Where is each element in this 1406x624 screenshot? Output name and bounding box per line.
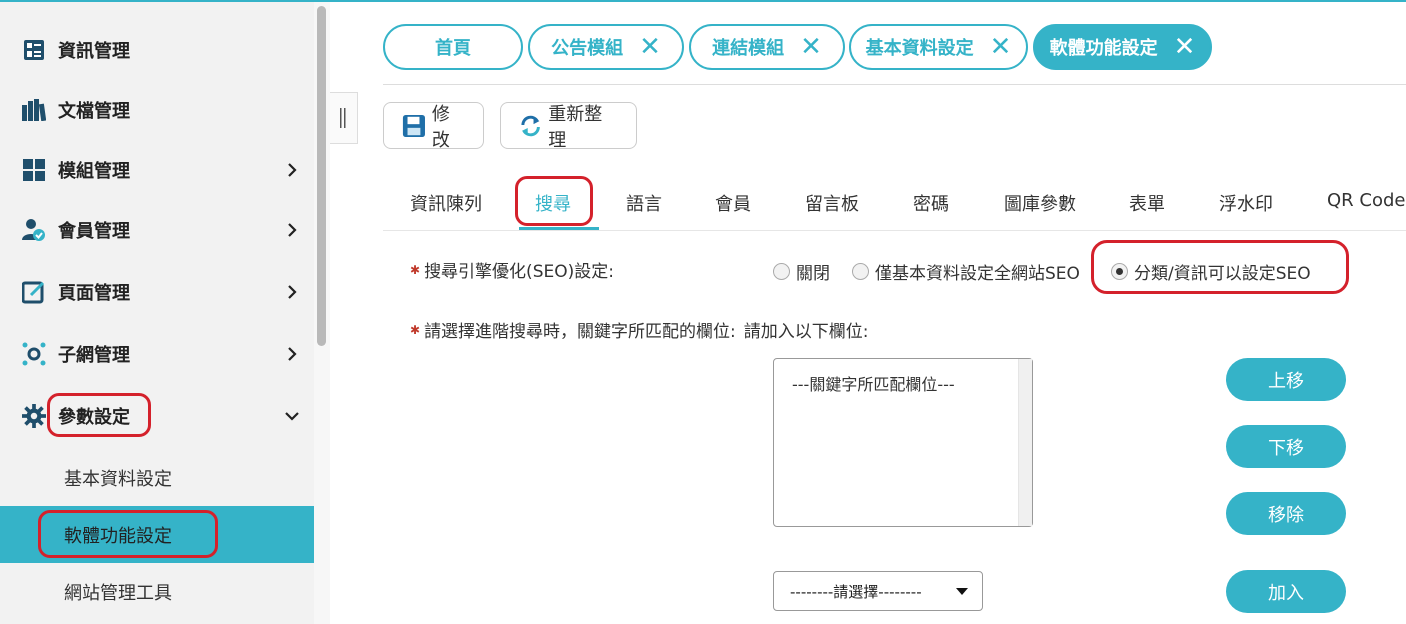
chevron-down-icon <box>285 412 299 421</box>
tabbar-divider <box>383 84 1406 85</box>
chevron-right-icon <box>288 285 297 299</box>
sidebar-subitem-basic-settings[interactable]: 基本資料設定 <box>0 449 314 506</box>
seo-radio-category-info[interactable]: 分類/資訊可以設定SEO <box>1111 259 1311 284</box>
subtab-search[interactable]: 搜尋 <box>535 190 571 216</box>
move-down-button[interactable]: 下移 <box>1226 425 1346 468</box>
refresh-button[interactable]: 重新整理 <box>500 102 637 151</box>
close-icon[interactable]: ✕ <box>990 34 1012 60</box>
listbox-scrollbar[interactable] <box>1018 359 1032 526</box>
required-star-icon: ✱ <box>410 322 421 337</box>
list-icon <box>22 38 46 62</box>
sidebar-item-modules[interactable]: 模組管理 <box>0 140 314 200</box>
sidebar-item-info[interactable]: 資訊管理 <box>0 20 314 80</box>
tab-label: 連結模組 <box>712 38 785 59</box>
sidebar-subitem-label: 基本資料設定 <box>64 468 172 490</box>
subtab-gallery-params[interactable]: 圖庫參數 <box>1004 190 1076 216</box>
collapse-bars-icon <box>339 108 345 128</box>
subtab-member[interactable]: 會員 <box>715 190 751 216</box>
seo-radio-off[interactable]: 關閉 <box>773 259 830 284</box>
edit-icon <box>22 280 46 304</box>
tab-label: 軟體功能設定 <box>1049 38 1158 59</box>
sidebar-item-label: 頁面管理 <box>58 283 130 304</box>
subtab-password[interactable]: 密碼 <box>913 190 949 216</box>
chevron-right-icon <box>288 163 297 177</box>
subtab-form[interactable]: 表單 <box>1129 190 1165 216</box>
refresh-icon <box>521 115 540 136</box>
close-icon[interactable]: ✕ <box>800 34 822 60</box>
chevron-right-icon <box>288 347 297 361</box>
radio-circle[interactable] <box>773 263 790 280</box>
tab-label: 公告模組 <box>551 38 624 59</box>
tab-label: 基本資料設定 <box>865 38 974 59</box>
tab-software-settings[interactable]: 軟體功能設定 ✕ <box>1033 24 1212 70</box>
seo-setting-label: ✱ 搜尋引擎優化(SEO)設定: <box>410 257 614 282</box>
move-up-button[interactable]: 上移 <box>1226 358 1346 401</box>
tab-home[interactable]: 首頁 <box>383 24 523 70</box>
close-icon[interactable]: ✕ <box>639 34 661 60</box>
required-star-icon: ✱ <box>410 262 421 277</box>
radio-label: 關閉 <box>796 264 830 284</box>
sidebar-subitem-label: 軟體功能設定 <box>64 525 172 547</box>
tab-link-module[interactable]: 連結模組 ✕ <box>689 24 845 70</box>
sidebar-scroll-thumb[interactable] <box>317 6 326 346</box>
sidebar-subitem-software-settings[interactable]: 軟體功能設定 <box>0 506 314 563</box>
subtab-language[interactable]: 語言 <box>626 190 662 216</box>
sidebar: 資訊管理 文檔管理 模組管理 會員管理 頁面管理 子網管理 參數設定 基本資料設… <box>0 2 314 624</box>
sidebar-subitem-label: 網站管理工具 <box>64 582 172 604</box>
sidebar-item-label: 模組管理 <box>58 161 130 182</box>
field-select-value: --------請選擇-------- <box>790 582 922 601</box>
add-button[interactable]: 加入 <box>1226 570 1346 613</box>
refresh-button-label: 重新整理 <box>548 103 603 151</box>
keyword-fields-listbox[interactable]: ---關鍵字所匹配欄位--- <box>773 358 1033 527</box>
sidebar-item-members[interactable]: 會員管理 <box>0 200 314 260</box>
tab-basic-settings[interactable]: 基本資料設定 ✕ <box>849 24 1028 70</box>
network-icon <box>22 342 46 366</box>
close-icon[interactable]: ✕ <box>1174 34 1196 60</box>
seo-radio-site-only[interactable]: 僅基本資料設定全網站SEO <box>852 259 1080 284</box>
sidebar-item-label: 資訊管理 <box>58 41 130 62</box>
tab-label: 首頁 <box>435 38 471 59</box>
grid-icon <box>22 158 46 182</box>
radio-label: 分類/資訊可以設定SEO <box>1134 264 1311 284</box>
radio-circle-checked[interactable] <box>1111 263 1128 280</box>
books-icon <box>22 98 46 122</box>
edit-button-label: 修改 <box>431 103 450 151</box>
sidebar-subitem-site-tools[interactable]: 網站管理工具 <box>0 563 314 620</box>
user-check-icon <box>22 218 46 242</box>
sidebar-item-subnet[interactable]: 子網管理 <box>0 324 314 384</box>
keyword-field-label: ✱ 請選擇進階搜尋時，關鍵字所匹配的欄位: 請加入以下欄位: <box>410 317 869 342</box>
field-select[interactable]: --------請選擇-------- <box>773 571 983 611</box>
seo-setting-text: 搜尋引擎優化(SEO)設定: <box>424 262 614 282</box>
subtab-display[interactable]: 資訊陳列 <box>410 190 482 216</box>
sidebar-item-label: 參數設定 <box>58 407 130 428</box>
sidebar-item-pages[interactable]: 頁面管理 <box>0 262 314 322</box>
keyword-field-text: 請選擇進階搜尋時，關鍵字所匹配的欄位: <box>424 322 736 342</box>
subtabs-divider <box>383 230 1406 231</box>
sidebar-collapse-handle[interactable] <box>330 92 358 144</box>
subtab-qr-code[interactable]: QR Code <box>1327 190 1405 211</box>
tab-announcement-module[interactable]: 公告模組 ✕ <box>528 24 684 70</box>
listbox-option[interactable]: ---關鍵字所匹配欄位--- <box>792 371 955 395</box>
sidebar-item-settings[interactable]: 參數設定 <box>0 386 314 446</box>
sidebar-item-label: 會員管理 <box>58 221 130 242</box>
remove-button[interactable]: 移除 <box>1226 492 1346 535</box>
chevron-right-icon <box>288 223 297 237</box>
edit-button[interactable]: 修改 <box>383 102 484 151</box>
subtab-watermark[interactable]: 浮水印 <box>1219 190 1273 216</box>
save-icon <box>402 114 425 137</box>
radio-circle[interactable] <box>852 263 869 280</box>
gear-icon <box>22 404 46 428</box>
sidebar-item-label: 子網管理 <box>58 345 130 366</box>
radio-label: 僅基本資料設定全網站SEO <box>875 264 1080 284</box>
subtab-guestbook[interactable]: 留言板 <box>805 190 859 216</box>
keyword-field-hint: 請加入以下欄位: <box>743 322 869 342</box>
sidebar-item-label: 文檔管理 <box>58 101 130 122</box>
sidebar-item-docs[interactable]: 文檔管理 <box>0 80 314 140</box>
caret-down-icon <box>956 588 968 595</box>
subtab-active-indicator <box>519 227 599 230</box>
